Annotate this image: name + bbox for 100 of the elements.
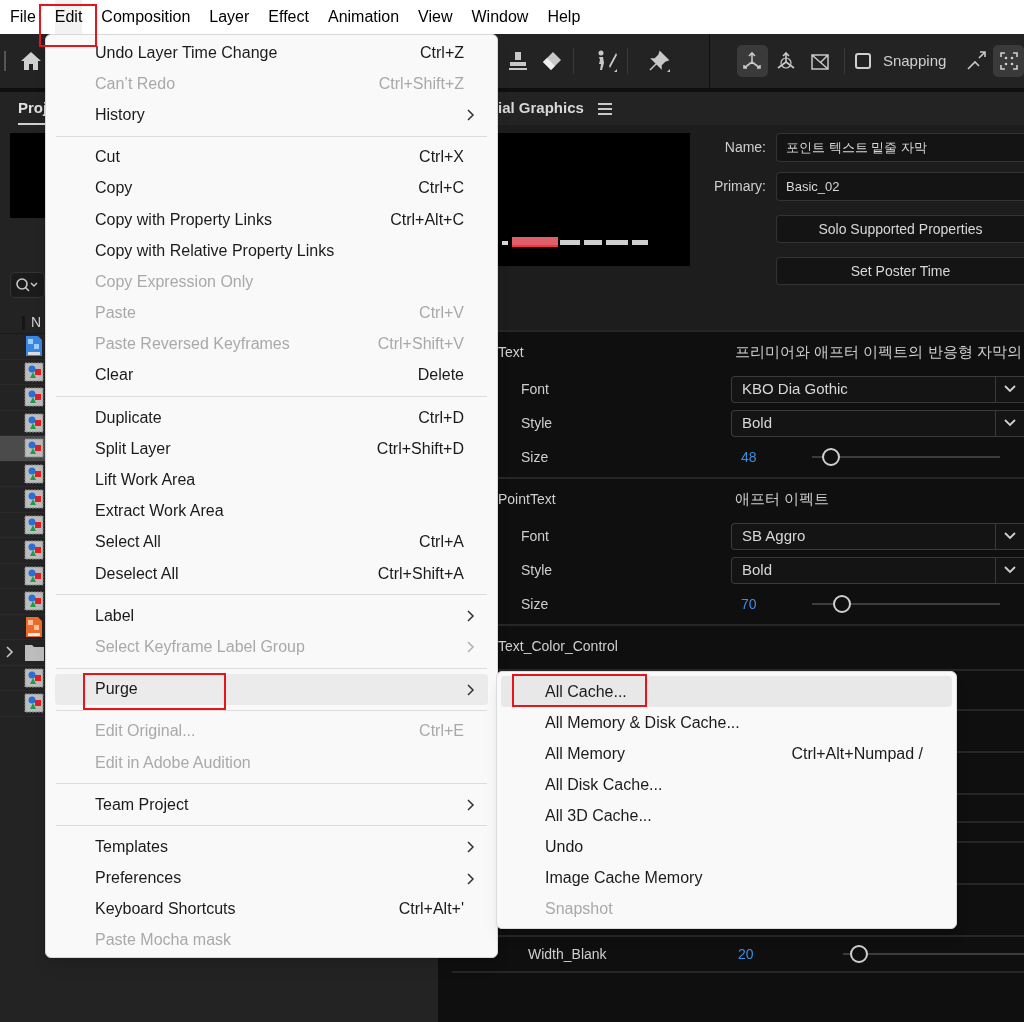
shortcut-text: Ctrl+Shift+Z bbox=[378, 73, 464, 94]
group-name: Text_Color_Control bbox=[498, 636, 619, 656]
menu-icon bbox=[597, 102, 612, 115]
menu-item[interactable]: Select All Ctrl+A bbox=[55, 526, 488, 558]
menu-item[interactable]: Duplicate Ctrl+D bbox=[55, 402, 488, 434]
dropdown[interactable]: KBO Dia Gothic bbox=[731, 375, 1024, 403]
property-label: Font bbox=[521, 526, 550, 546]
composition-icon bbox=[24, 564, 44, 587]
menu-item[interactable]: Templates bbox=[55, 831, 488, 863]
menu-item[interactable]: Copy with Relative Property Links bbox=[55, 235, 488, 267]
axis-mode-button[interactable] bbox=[736, 45, 768, 77]
property-label: Size bbox=[521, 447, 550, 467]
view-option-button[interactable] bbox=[993, 45, 1024, 77]
menu-bar-item[interactable]: Composition bbox=[101, 0, 191, 34]
composition-icon bbox=[24, 488, 44, 511]
input-field[interactable]: 포인트 텍스트 밑줄 자막 bbox=[776, 133, 1024, 162]
menu-item[interactable]: Undo Layer Time Change Ctrl+Z bbox=[55, 37, 488, 69]
shortcut-text: Ctrl+Alt+Numpad / bbox=[791, 743, 923, 764]
composition-icon bbox=[24, 666, 44, 689]
tool-button[interactable] bbox=[507, 50, 529, 72]
menu-item[interactable]: History bbox=[55, 99, 488, 131]
shortcut-text: Ctrl+C bbox=[418, 178, 464, 199]
dropdown[interactable]: Bold bbox=[731, 556, 1024, 584]
menu-item[interactable]: All Cache... bbox=[501, 676, 952, 707]
shortcut-text: Ctrl+E bbox=[419, 721, 464, 742]
pin-icon bbox=[647, 50, 670, 72]
composition-icon bbox=[24, 437, 44, 460]
shortcut-text: Ctrl+D bbox=[418, 407, 464, 428]
property-label: Size bbox=[521, 594, 550, 614]
menu-item[interactable]: Extract Work Area bbox=[55, 495, 488, 527]
image-file-icon bbox=[24, 335, 44, 358]
search-field[interactable] bbox=[10, 272, 45, 298]
slider-thumb[interactable] bbox=[833, 595, 852, 613]
dropdown[interactable]: SB Aggro bbox=[731, 522, 1024, 550]
composition-icon bbox=[24, 590, 44, 613]
tool-button[interactable] bbox=[541, 50, 563, 72]
snapping-label: Snapping bbox=[882, 50, 947, 71]
snapping-checkbox[interactable] bbox=[855, 53, 871, 69]
home-icon bbox=[20, 51, 42, 71]
menu-item[interactable]: Team Project bbox=[55, 789, 488, 821]
menu-bar-item[interactable]: Effect bbox=[268, 0, 309, 34]
eraser-icon bbox=[541, 50, 563, 72]
action-button[interactable]: Set Poster Time bbox=[776, 257, 1024, 285]
group-value: 애프터 이펙트 bbox=[735, 488, 830, 509]
menu-item[interactable]: Purge bbox=[55, 673, 488, 705]
menu-bar-item[interactable]: Window bbox=[471, 0, 529, 34]
shortcut-text: Ctrl+Shift+D bbox=[376, 438, 464, 459]
shortcut-text: Ctrl+Alt+' bbox=[398, 899, 464, 920]
field-label: Primary: bbox=[712, 177, 766, 196]
chevron-down-icon bbox=[1004, 566, 1016, 574]
slider-value[interactable]: 48 bbox=[731, 446, 812, 468]
shortcut-text: Ctrl+V bbox=[419, 303, 464, 324]
slider-value[interactable]: 20 bbox=[738, 943, 843, 965]
composition-icon bbox=[24, 386, 44, 409]
dropdown[interactable]: Bold bbox=[731, 409, 1024, 437]
chevron-icon bbox=[6, 646, 14, 659]
shortcut-text: Ctrl+A bbox=[419, 532, 464, 553]
menu-item[interactable]: Label bbox=[55, 600, 488, 632]
slider-thumb[interactable] bbox=[821, 448, 840, 466]
tool-button[interactable] bbox=[647, 50, 670, 72]
group-name: PointText bbox=[498, 489, 557, 509]
menu-bar-item[interactable]: Animation bbox=[327, 0, 400, 34]
input-field[interactable]: Basic_02 bbox=[776, 172, 1024, 201]
menu-item[interactable]: Deselect All Ctrl+Shift+A bbox=[55, 558, 488, 590]
field-label: Name: bbox=[723, 138, 766, 157]
group-name: Text bbox=[498, 342, 525, 362]
composition-icon bbox=[24, 360, 44, 383]
menu-item[interactable]: Cut Ctrl+X bbox=[55, 141, 488, 173]
menu-bar-item[interactable]: View bbox=[418, 0, 453, 34]
menu-bar-item[interactable]: File bbox=[10, 0, 36, 34]
menu-item[interactable]: Copy with Property Links Ctrl+Alt+C bbox=[55, 203, 488, 236]
shortcut-text: Delete bbox=[417, 365, 464, 386]
drag-handle-icon bbox=[4, 51, 8, 71]
menu-item[interactable]: Preferences bbox=[55, 862, 488, 894]
column-header: N bbox=[31, 313, 42, 332]
property-label: Font bbox=[521, 379, 550, 399]
panel-title: ial Graphics bbox=[498, 98, 584, 119]
property-label: Style bbox=[521, 413, 554, 433]
shortcut-text: Ctrl+Z bbox=[420, 42, 464, 63]
menu-item[interactable]: Clear Delete bbox=[55, 359, 488, 392]
menu-item[interactable]: Keyboard Shortcuts Ctrl+Alt+' bbox=[55, 893, 488, 925]
shortcut-text: Ctrl+Alt+C bbox=[390, 209, 464, 230]
shortcut-text: Ctrl+Shift+V bbox=[377, 334, 464, 355]
menu-item[interactable]: Copy Ctrl+C bbox=[55, 172, 488, 204]
slider-thumb[interactable] bbox=[850, 945, 869, 963]
property-label: Style bbox=[521, 560, 554, 580]
menu-bar-item[interactable]: Layer bbox=[209, 0, 250, 34]
chevron-down-icon bbox=[1004, 419, 1016, 427]
menu-item[interactable]: Split Layer Ctrl+Shift+D bbox=[55, 433, 488, 465]
chevron-down-icon bbox=[1004, 532, 1016, 540]
menu-item[interactable]: Lift Work Area bbox=[55, 464, 488, 496]
image-file-icon bbox=[24, 615, 44, 638]
menu-bar-item[interactable]: Help bbox=[547, 0, 581, 34]
menu-bar-item[interactable]: Edit bbox=[54, 0, 83, 34]
chevron-down-icon bbox=[1004, 385, 1016, 393]
slider-value[interactable]: 70 bbox=[731, 593, 812, 615]
stamp-icon bbox=[507, 50, 529, 72]
group-value: 프리미어와 애프터 이펙트의 반응형 자막의 bbox=[735, 341, 1022, 362]
composition-icon bbox=[24, 539, 44, 562]
action-button[interactable]: Solo Supported Properties bbox=[776, 215, 1024, 243]
